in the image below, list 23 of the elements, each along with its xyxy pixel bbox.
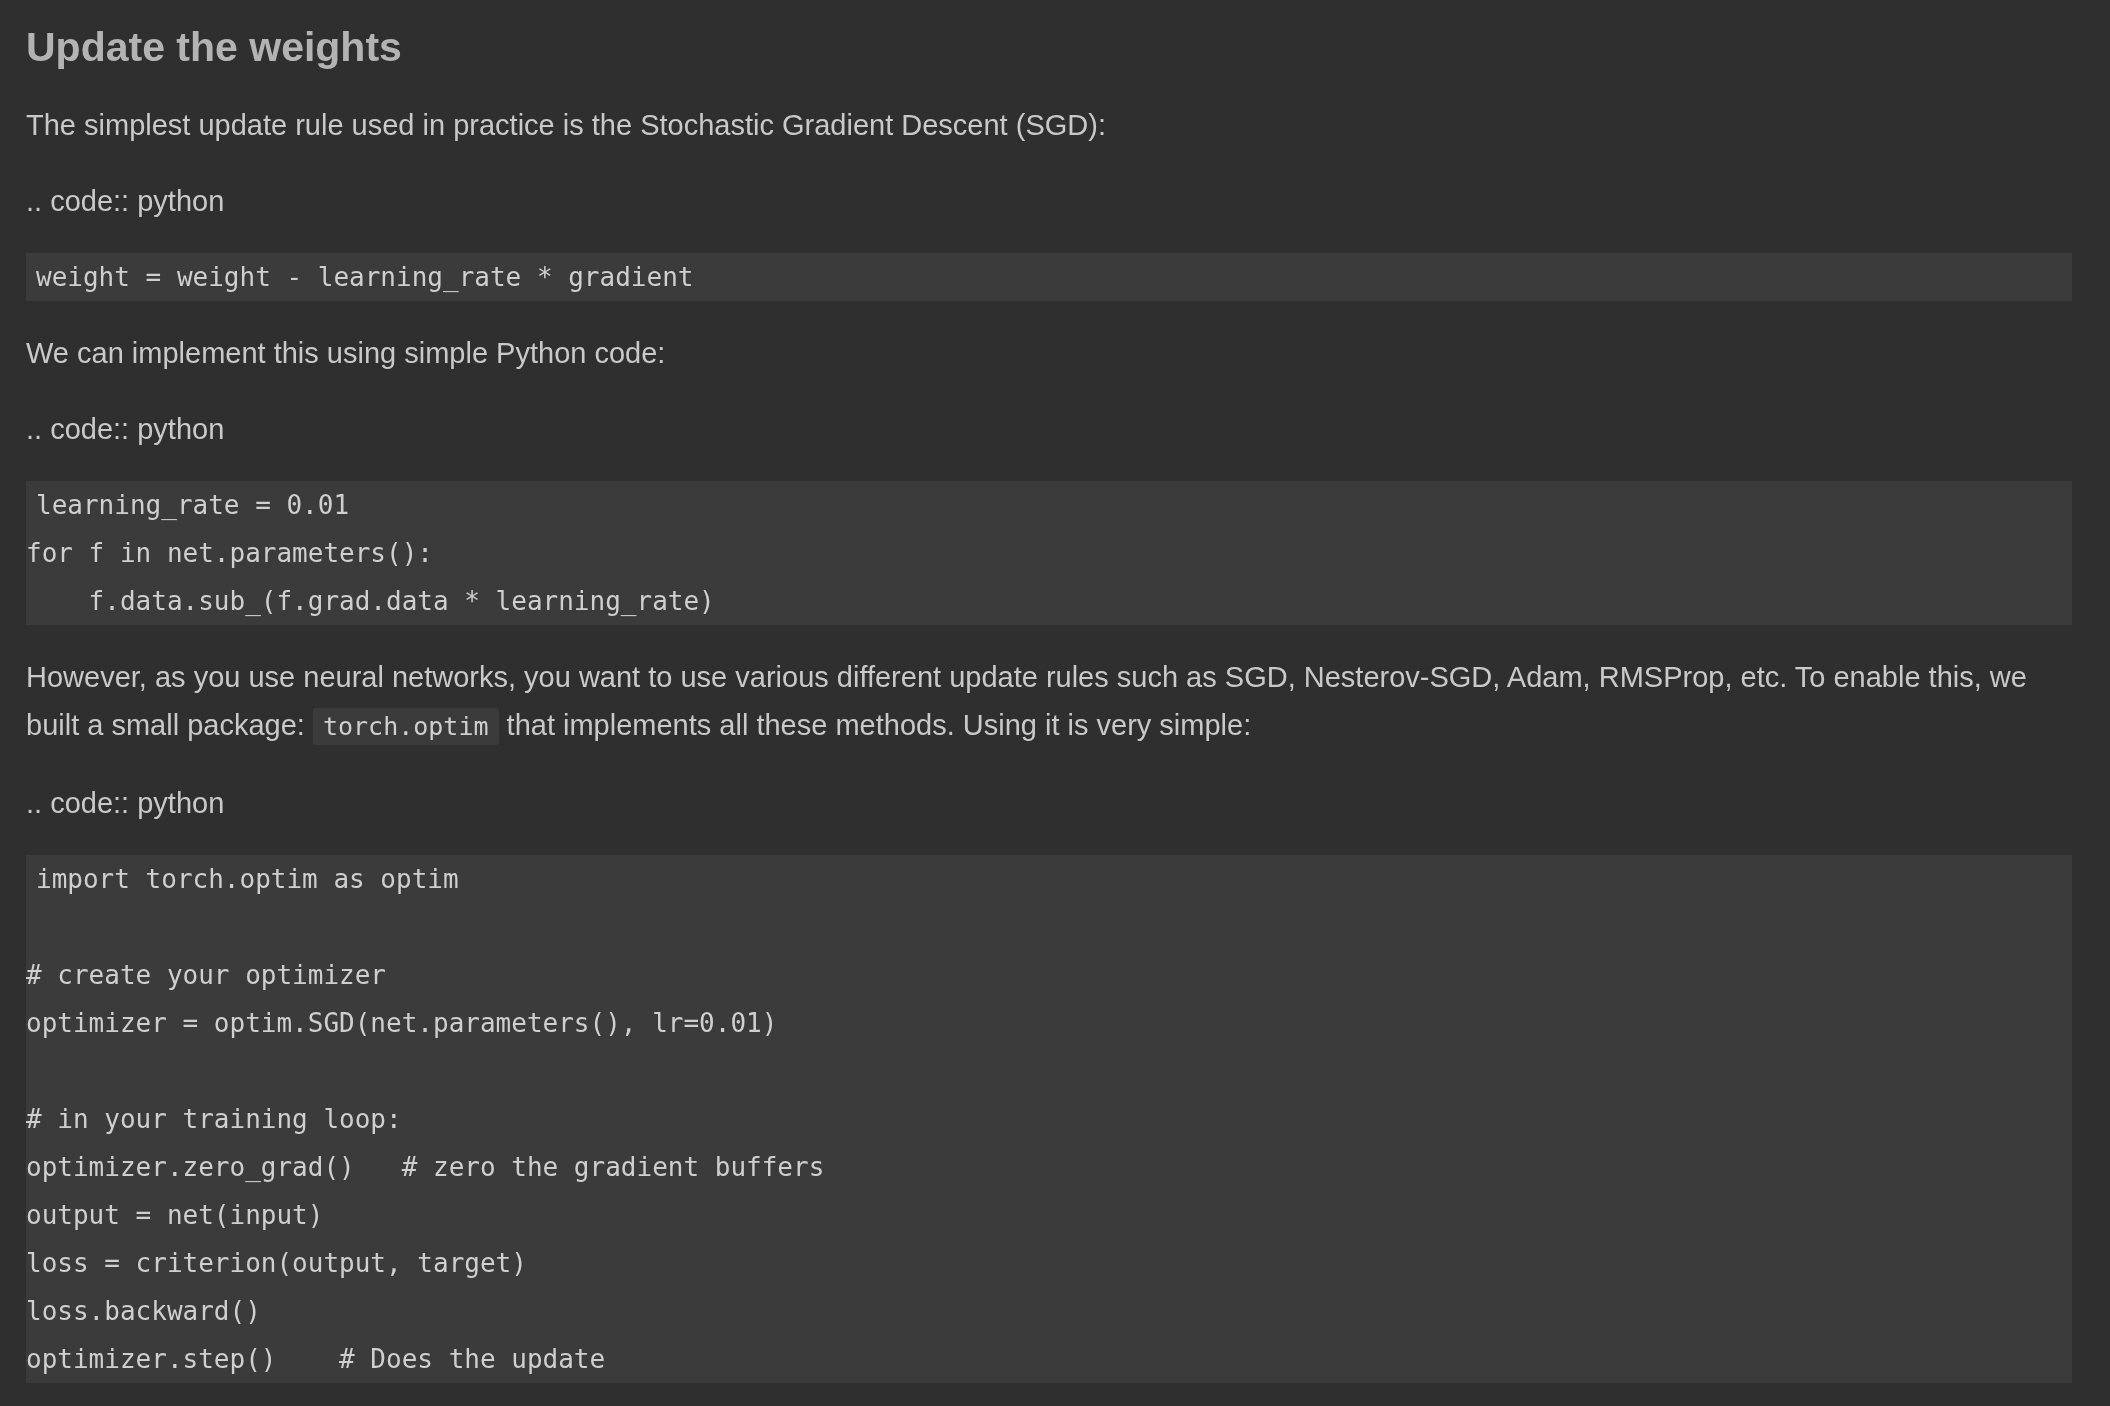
directive-text: .. code:: python	[26, 412, 226, 447]
inline-code: torch.optim	[312, 708, 499, 745]
paragraph-text: We can implement this using simple Python code:	[26, 337, 666, 369]
code-line: for f in net.parameters():	[26, 538, 433, 568]
code-line: optimizer = optim.SGD(net.parameters(), lr=0.01)	[26, 1008, 778, 1038]
code-line: import torch.optim as optim	[36, 864, 459, 894]
code-line: # create your optimizer	[26, 960, 387, 990]
directive-text: .. code:: python	[26, 786, 226, 821]
code-line: loss.backward()	[26, 1296, 261, 1326]
directive-text: .. code:: python	[26, 184, 226, 219]
code-line: # in your training loop:	[26, 1104, 402, 1134]
paragraph-text: The simplest update rule used in practice is the Stochastic Gradient Descent (SGD):	[26, 109, 1106, 141]
paragraph-text: However, as you use neural networks, you want to use various different update rules such as SGD, Nesterov-SGD, Adam, RMSProp, etc. To enable this, we	[26, 661, 2027, 693]
code-line: optimizer.zero_grad() # zero the gradient buffers	[26, 1152, 825, 1182]
section-heading: Update the weights	[26, 23, 403, 72]
code-line: f.data.sub_(f.grad.data * learning_rate)	[87, 586, 715, 616]
paragraph-text: built a small package:	[26, 709, 305, 741]
code-line: optimizer.step() # Does the update	[26, 1344, 606, 1374]
code-line: weight = weight - learning_rate * gradient	[36, 262, 694, 292]
code-line: learning_rate = 0.01	[36, 490, 350, 520]
code-line: output = net(input)	[26, 1200, 324, 1230]
paragraph-text: that implements all these methods. Using it is very simple:	[506, 709, 1252, 741]
code-line: loss = criterion(output, target)	[26, 1248, 527, 1278]
